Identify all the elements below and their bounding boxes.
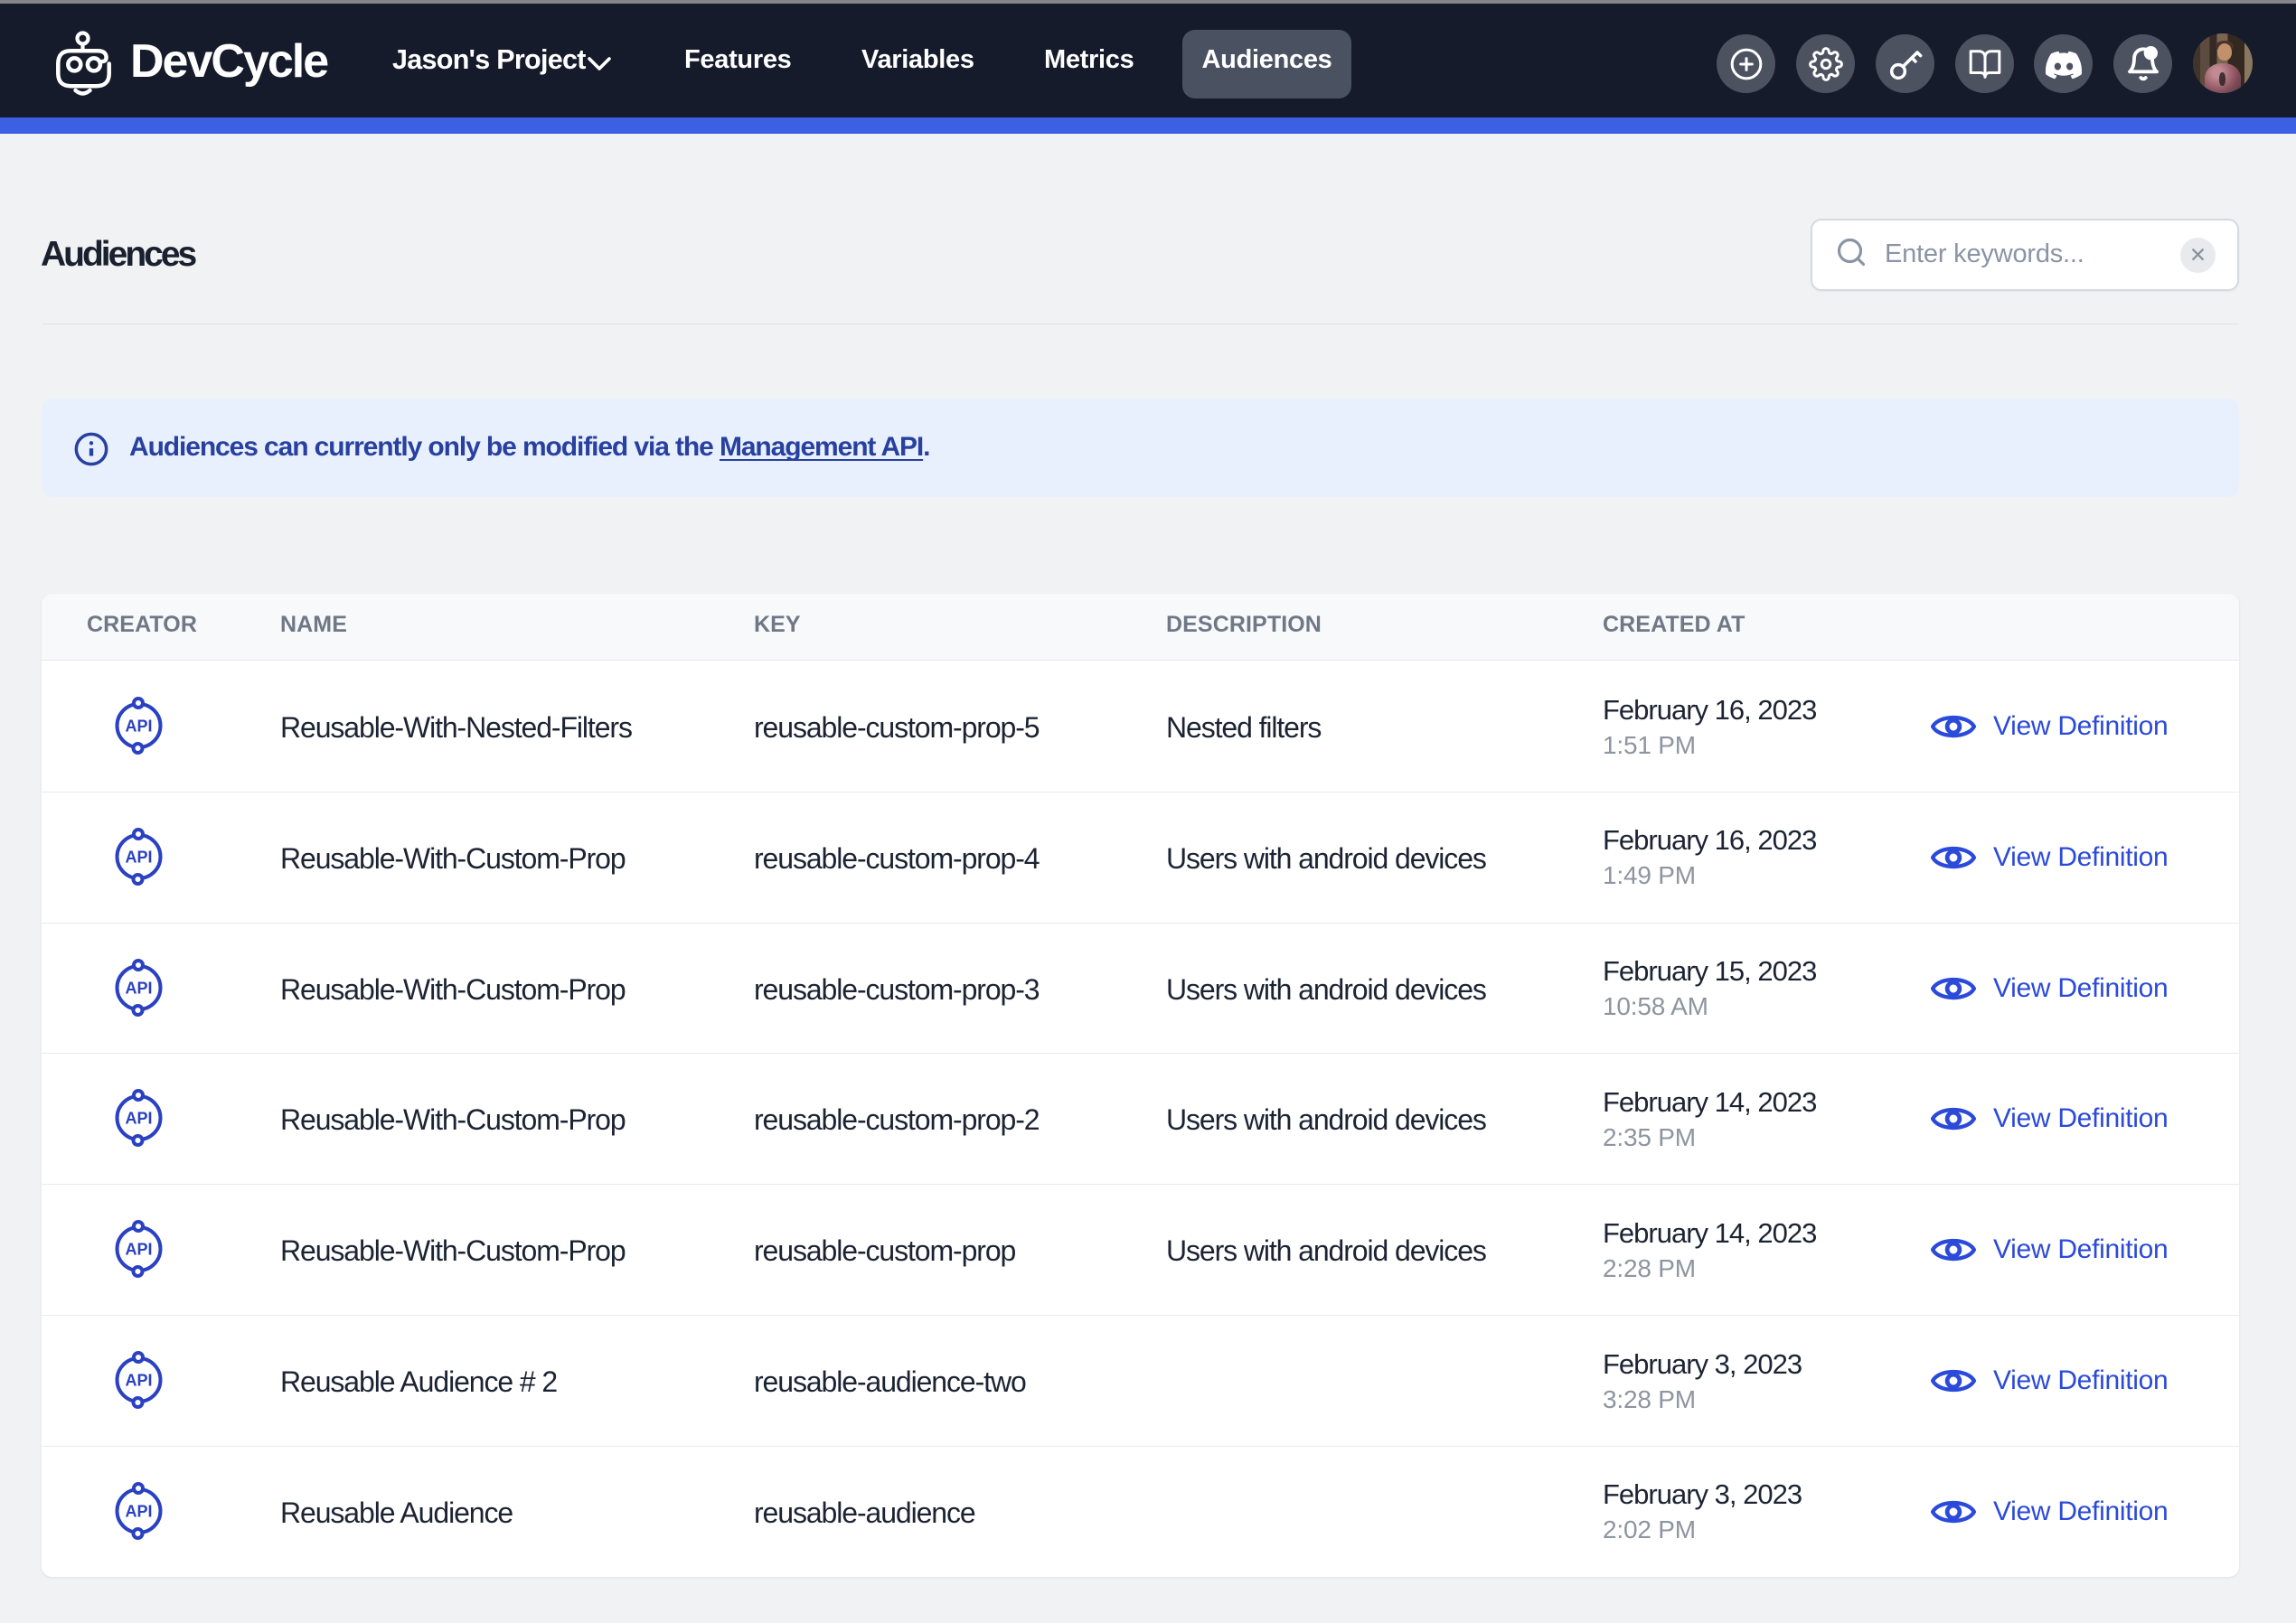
svg-text:API: API: [125, 1110, 152, 1128]
svg-text:API: API: [125, 1502, 152, 1520]
svg-text:API: API: [125, 1372, 152, 1390]
svg-text:API: API: [125, 848, 152, 866]
svg-text:API: API: [125, 979, 152, 997]
svg-text:API: API: [125, 718, 152, 736]
svg-text:API: API: [125, 1241, 152, 1259]
